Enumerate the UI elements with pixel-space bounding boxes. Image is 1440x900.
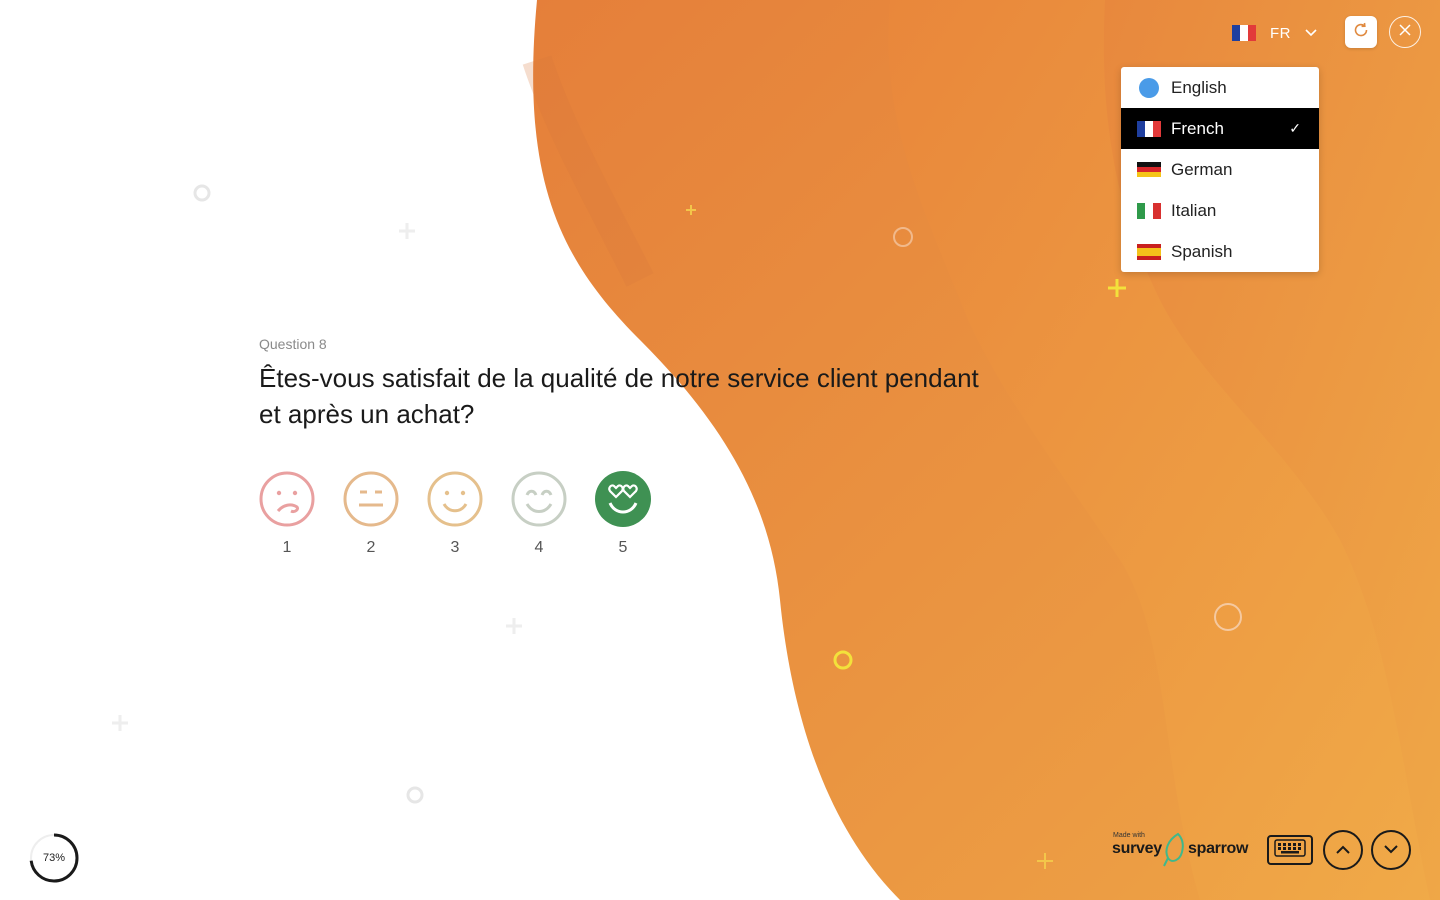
language-option-label: English [1171,77,1227,97]
rating-option-3[interactable]: 3 [427,471,483,557]
keyboard-shortcuts-button[interactable] [1267,835,1313,865]
language-option-italian[interactable]: Italian [1121,190,1319,231]
happy-face-icon [511,471,567,527]
confused-face-icon [259,471,315,527]
france-flag-icon [1232,25,1256,41]
brand-sparrow: sparrow [1188,840,1249,857]
chevron-down-icon [1305,29,1317,37]
keyboard-icon [1274,838,1306,862]
rating-option-1[interactable]: 1 [259,471,315,557]
rating-value: 1 [282,539,292,556]
question-title: Êtes-vous satisfait de la qualité de not… [259,363,979,429]
chevron-up-icon [1336,841,1350,859]
rating-scale: 1 2 3 4 5 [259,471,651,557]
close-button[interactable] [1389,16,1421,48]
rating-option-2[interactable]: 2 [343,471,399,557]
language-option-label: German [1171,159,1233,179]
neutral-face-icon [343,471,399,527]
language-option-spanish[interactable]: Spanish [1121,231,1319,272]
close-icon [1399,23,1411,41]
language-selector[interactable]: FR [1232,20,1322,46]
next-question-button[interactable] [1371,830,1411,870]
brand-made-with: Made with [1113,832,1145,839]
rating-value: 5 [618,539,628,556]
language-option-label: Spanish [1171,241,1233,261]
language-option-label: French [1171,118,1224,138]
language-menu: English French ✓ German Italian Spanish [1121,67,1319,272]
germany-flag-icon [1137,161,1161,178]
language-option-german[interactable]: German [1121,149,1319,190]
sparrow-logo-icon [1163,832,1184,867]
france-flag-icon [1137,120,1161,137]
rating-value: 4 [534,539,544,556]
rating-value: 3 [450,539,460,556]
previous-question-button[interactable] [1323,830,1363,870]
globe-icon [1139,77,1159,98]
rating-option-4[interactable]: 4 [511,471,567,557]
heart-eyes-face-icon [595,471,651,527]
refresh-icon [1352,21,1370,44]
chevron-down-icon [1384,841,1398,859]
language-option-french[interactable]: French ✓ [1121,108,1319,149]
language-code: FR [1270,24,1291,42]
brand-survey: survey [1112,840,1162,857]
smile-face-icon [427,471,483,527]
rating-option-5[interactable]: 5 [595,471,651,557]
italy-flag-icon [1137,202,1161,219]
language-option-label: Italian [1171,200,1217,220]
spain-flag-icon [1137,243,1161,260]
check-icon: ✓ [1289,120,1301,136]
language-option-english[interactable]: English [1121,67,1319,108]
restart-button[interactable] [1345,16,1377,48]
rating-value: 2 [366,539,376,556]
progress-label: 73% [42,852,66,864]
question-number: Question 8 [259,336,327,352]
